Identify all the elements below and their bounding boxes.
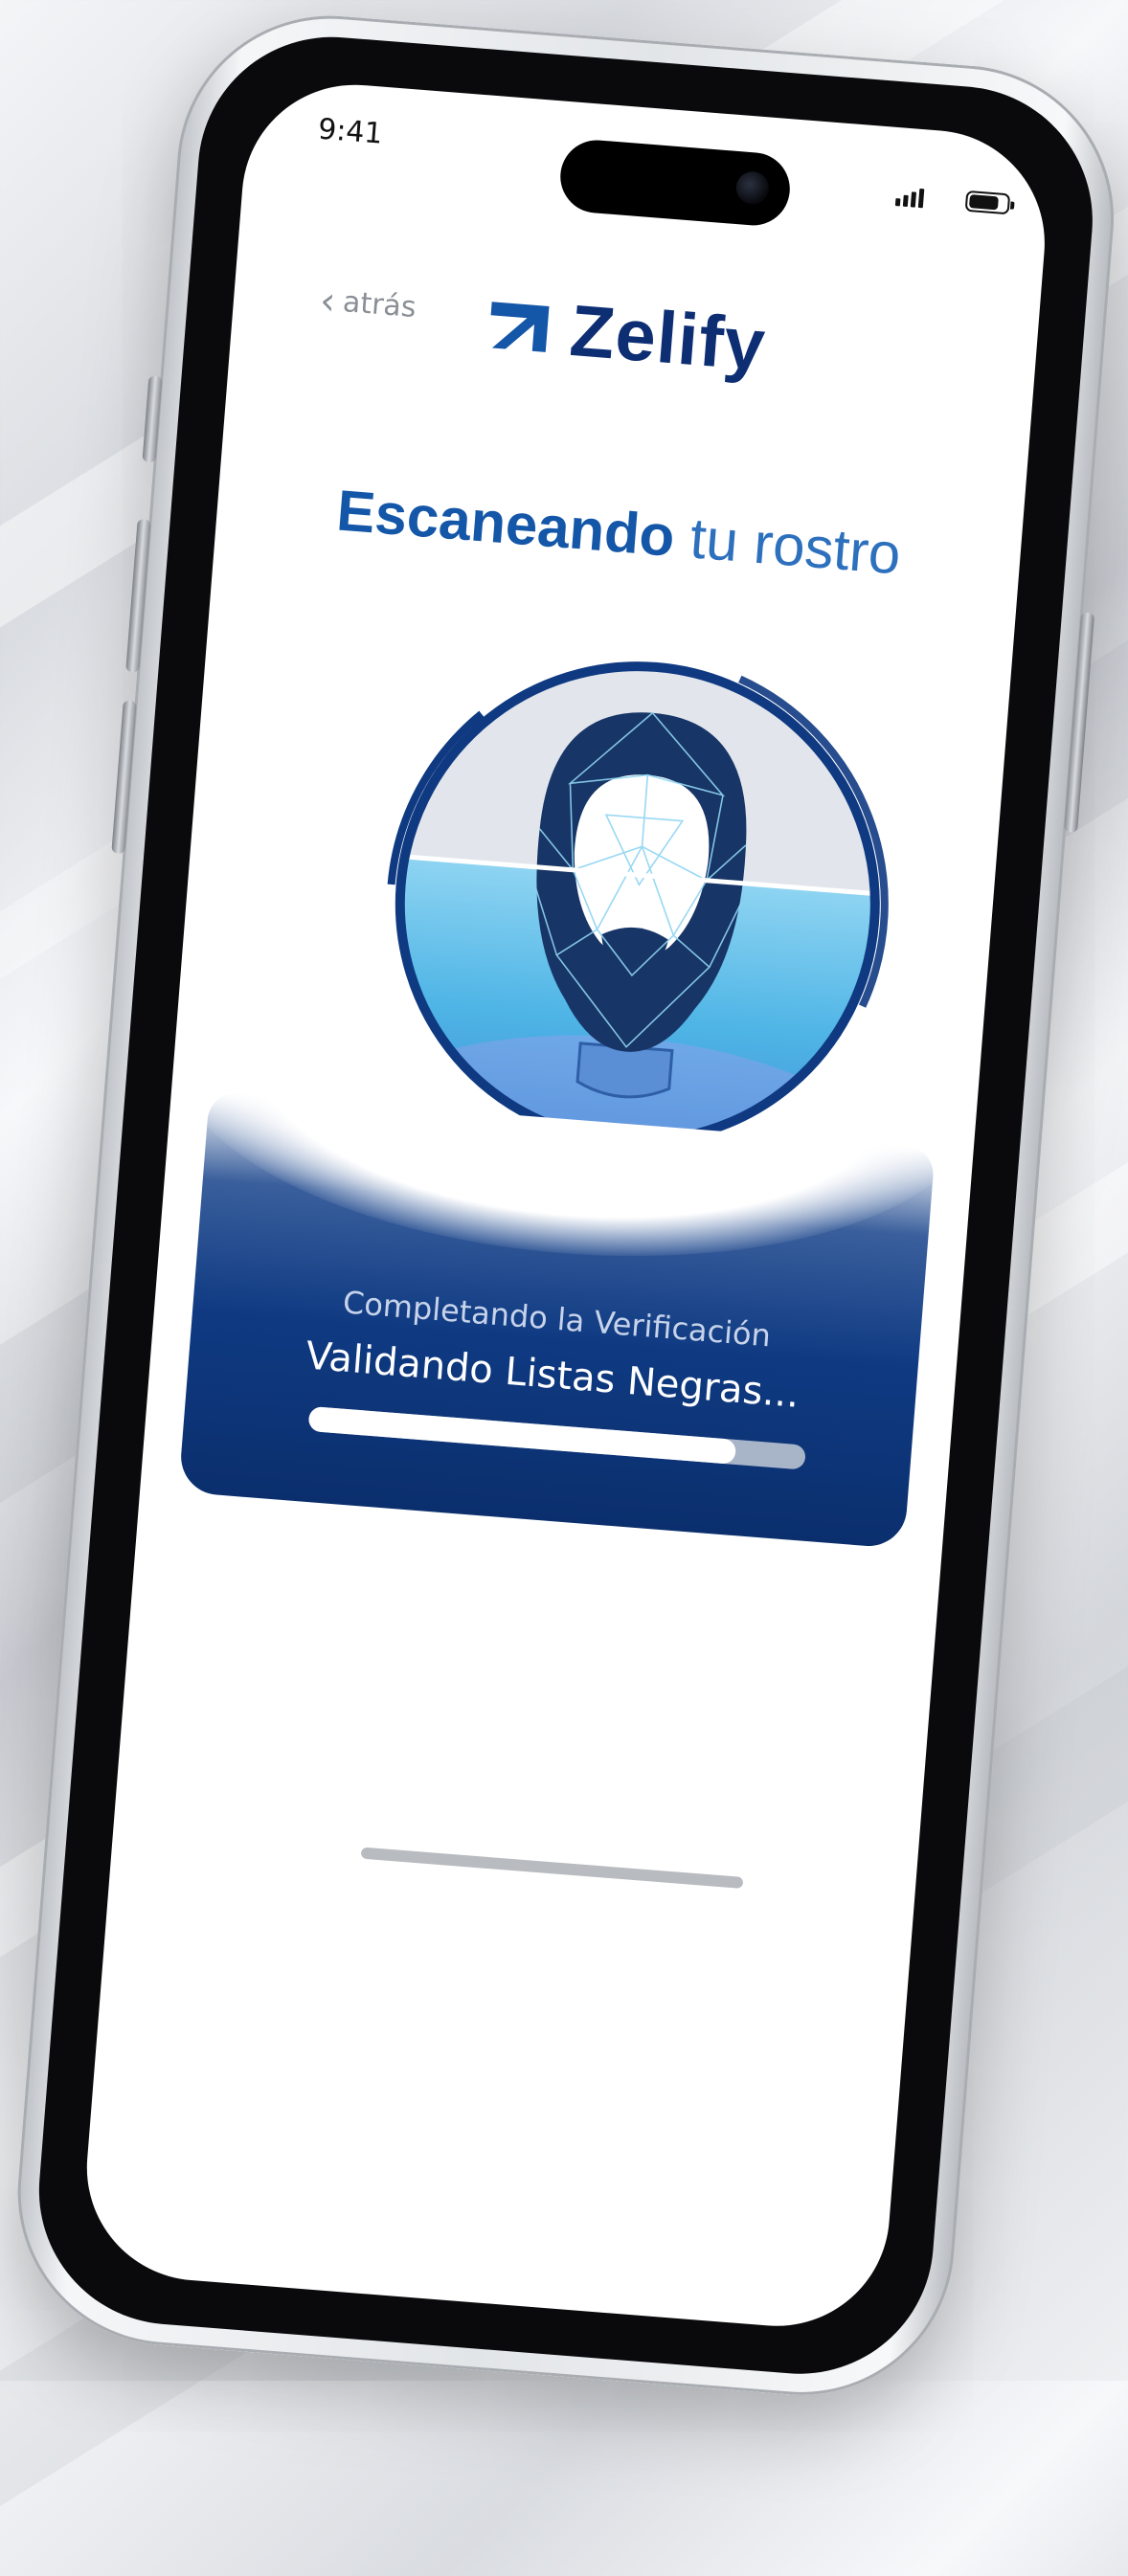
progress-fill — [307, 1405, 737, 1465]
phone-bezel: 9:41 ‹ atrás Zelify Escaneando tu rostro… — [29, 27, 1103, 2385]
chevron-left-icon: ‹ — [318, 278, 338, 324]
dynamic-island — [557, 137, 793, 229]
zelify-logo-icon — [490, 301, 550, 352]
front-camera-icon — [734, 169, 771, 206]
status-time: 9:41 — [316, 112, 384, 151]
face-scan-graphic — [385, 651, 891, 1156]
brand-name: Zelify — [567, 289, 769, 387]
brand-logo: Zelify — [483, 282, 769, 388]
screen: 9:41 ‹ atrás Zelify Escaneando tu rostro… — [78, 76, 1053, 2335]
verification-panel: Completando la Verificación Validando Li… — [178, 1090, 936, 1550]
device-mockup: 9:41 ‹ atrás Zelify Escaneando tu rostro… — [0, 0, 1128, 2407]
page-title: Escaneando tu rostro — [215, 468, 1023, 597]
home-indicator[interactable] — [360, 1847, 744, 1889]
phone: 9:41 ‹ atrás Zelify Escaneando tu rostro… — [6, 4, 1126, 2407]
verification-progress-bar — [307, 1405, 806, 1470]
battery-icon — [964, 190, 1011, 215]
signal-icon — [894, 187, 925, 209]
back-label: atrás — [341, 285, 417, 325]
title-light: tu rostro — [671, 504, 904, 587]
scan-circle-content — [385, 651, 891, 1156]
back-button[interactable]: ‹ atrás — [318, 278, 417, 325]
title-bold: Escaneando — [334, 478, 678, 569]
